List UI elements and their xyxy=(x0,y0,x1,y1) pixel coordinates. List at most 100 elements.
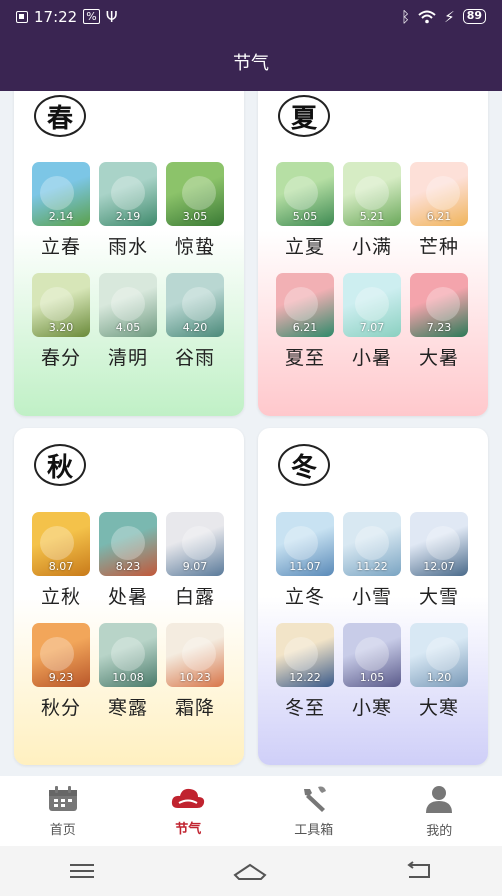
status-time: 17:22 xyxy=(34,7,78,26)
solar-term-item[interactable]: 8.07 立秋 xyxy=(32,512,90,609)
illustration-shape xyxy=(284,287,318,321)
status-bar: 17:22 % Ψ ᛒ ⚡ 89 xyxy=(0,0,502,33)
solar-term-name: 冬至 xyxy=(284,697,325,719)
solar-term-illustration: 5.05 xyxy=(276,162,334,226)
solar-term-item[interactable]: 4.20 谷雨 xyxy=(166,273,224,370)
solar-term-name: 立冬 xyxy=(284,586,325,608)
solar-term-name: 雨水 xyxy=(107,236,148,258)
back-icon[interactable] xyxy=(405,861,433,881)
solar-term-name: 白露 xyxy=(174,586,215,608)
home-nav-icon[interactable] xyxy=(233,861,267,881)
solar-term-date: 2.14 xyxy=(48,210,74,223)
season-badge: 夏 xyxy=(278,95,330,137)
solar-term-name: 小暑 xyxy=(351,347,392,369)
solar-term-illustration: 1.20 xyxy=(410,623,468,687)
solar-term-name: 惊蛰 xyxy=(174,236,215,258)
solar-term-date: 3.05 xyxy=(182,210,208,223)
season-card-spring: 春 2.14 立春 2.19 雨水 3.05 惊蛰 3.20 春分 4.05 清明 4.20 谷雨 xyxy=(14,91,244,416)
solar-term-illustration: 12.07 xyxy=(410,512,468,576)
solar-term-illustration: 6.21 xyxy=(410,162,468,226)
illustration-shape xyxy=(111,637,145,671)
illustration-shape xyxy=(40,526,74,560)
solar-term-date: 1.05 xyxy=(359,671,385,684)
tab-home[interactable]: 首页 xyxy=(0,776,126,846)
solar-term-date: 10.23 xyxy=(179,671,211,684)
solar-terms-content[interactable]: 春 2.14 立春 2.19 雨水 3.05 惊蛰 3.20 春分 4.05 清明 4.20 谷雨 夏… xyxy=(0,91,502,776)
tab-toolbox[interactable]: 工具箱 xyxy=(251,776,377,846)
solar-term-item[interactable]: 5.05 立夏 xyxy=(276,162,334,259)
term-grid: 5.05 立夏 5.21 小满 6.21 芒种 6.21 夏至 7.07 小暑 7.23 大暑 xyxy=(276,162,472,370)
solar-term-illustration: 8.07 xyxy=(32,512,90,576)
solar-term-item[interactable]: 11.22 小雪 xyxy=(343,512,401,609)
solar-term-illustration: 9.23 xyxy=(32,623,90,687)
cloud-icon xyxy=(172,788,205,808)
illustration-shape xyxy=(111,176,145,210)
illustration-shape xyxy=(284,637,318,671)
illustration-shape xyxy=(182,176,216,210)
solar-term-item[interactable]: 1.05 小寒 xyxy=(343,623,401,720)
solar-term-date: 4.20 xyxy=(182,321,208,334)
solar-term-date: 7.07 xyxy=(359,321,385,334)
solar-term-item[interactable]: 12.07 大雪 xyxy=(410,512,468,609)
solar-term-item[interactable]: 10.23 霜降 xyxy=(166,623,224,720)
term-grid: 2.14 立春 2.19 雨水 3.05 惊蛰 3.20 春分 4.05 清明 4.20 谷雨 xyxy=(32,162,228,370)
solar-term-item[interactable]: 1.20 大寒 xyxy=(410,623,468,720)
solar-term-item[interactable]: 11.07 立冬 xyxy=(276,512,334,609)
wrench-icon xyxy=(303,786,326,812)
solar-term-illustration: 10.23 xyxy=(166,623,224,687)
tab-label: 我的 xyxy=(426,823,453,839)
solar-term-item[interactable]: 7.07 小暑 xyxy=(343,273,401,370)
solar-term-item[interactable]: 3.20 春分 xyxy=(32,273,90,370)
solar-term-name: 立夏 xyxy=(284,236,325,258)
solar-term-name: 大雪 xyxy=(418,586,459,608)
solar-term-item[interactable]: 5.21 小满 xyxy=(343,162,401,259)
solar-term-item[interactable]: 3.05 惊蛰 xyxy=(166,162,224,259)
solar-term-name: 大暑 xyxy=(418,347,459,369)
solar-term-illustration: 3.05 xyxy=(166,162,224,226)
usb-icon: Ψ xyxy=(105,7,118,26)
solar-term-item[interactable]: 8.23 处暑 xyxy=(99,512,157,609)
notification-icon xyxy=(16,10,28,23)
solar-term-date: 9.23 xyxy=(48,671,74,684)
illustration-shape xyxy=(182,287,216,321)
solar-term-item[interactable]: 12.22 冬至 xyxy=(276,623,334,720)
solar-term-item[interactable]: 9.07 白露 xyxy=(166,512,224,609)
illustration-shape xyxy=(426,176,460,210)
solar-term-date: 5.21 xyxy=(359,210,385,223)
battery-icon: 89 xyxy=(462,9,486,24)
solar-term-date: 11.07 xyxy=(289,560,321,573)
solar-term-name: 霜降 xyxy=(174,697,215,719)
menu-icon[interactable] xyxy=(69,862,95,880)
solar-term-item[interactable]: 6.21 芒种 xyxy=(410,162,468,259)
illustration-shape xyxy=(111,287,145,321)
tab-label: 工具箱 xyxy=(294,822,334,838)
tab-solar-terms[interactable]: 节气 xyxy=(126,776,252,846)
solar-term-illustration: 4.05 xyxy=(99,273,157,337)
solar-term-illustration: 4.20 xyxy=(166,273,224,337)
solar-term-name: 谷雨 xyxy=(174,347,215,369)
page-header: 节气 xyxy=(0,33,502,91)
wifi-icon xyxy=(418,10,436,23)
illustration-shape xyxy=(355,287,389,321)
solar-term-date: 8.07 xyxy=(48,560,74,573)
term-grid: 11.07 立冬 11.22 小雪 12.07 大雪 12.22 冬至 1.05 小寒 1.20 大寒 xyxy=(276,512,472,720)
illustration-shape xyxy=(426,637,460,671)
solar-term-illustration: 11.22 xyxy=(343,512,401,576)
solar-term-item[interactable]: 6.21 夏至 xyxy=(276,273,334,370)
solar-term-item[interactable]: 2.19 雨水 xyxy=(99,162,157,259)
illustration-shape xyxy=(355,637,389,671)
solar-term-date: 6.21 xyxy=(426,210,452,223)
tab-profile[interactable]: 我的 xyxy=(377,776,502,846)
solar-term-name: 立春 xyxy=(40,236,81,258)
bottom-tab-bar: 首页 节气 工具箱 我的 xyxy=(0,776,502,846)
solar-term-illustration: 7.23 xyxy=(410,273,468,337)
solar-term-item[interactable]: 4.05 清明 xyxy=(99,273,157,370)
bluetooth-icon: ᛒ xyxy=(401,7,411,26)
solar-term-item[interactable]: 10.08 寒露 xyxy=(99,623,157,720)
solar-term-name: 春分 xyxy=(40,347,81,369)
solar-term-name: 小满 xyxy=(351,236,392,258)
solar-term-item[interactable]: 9.23 秋分 xyxy=(32,623,90,720)
solar-term-item[interactable]: 2.14 立春 xyxy=(32,162,90,259)
illustration-shape xyxy=(40,637,74,671)
solar-term-item[interactable]: 7.23 大暑 xyxy=(410,273,468,370)
